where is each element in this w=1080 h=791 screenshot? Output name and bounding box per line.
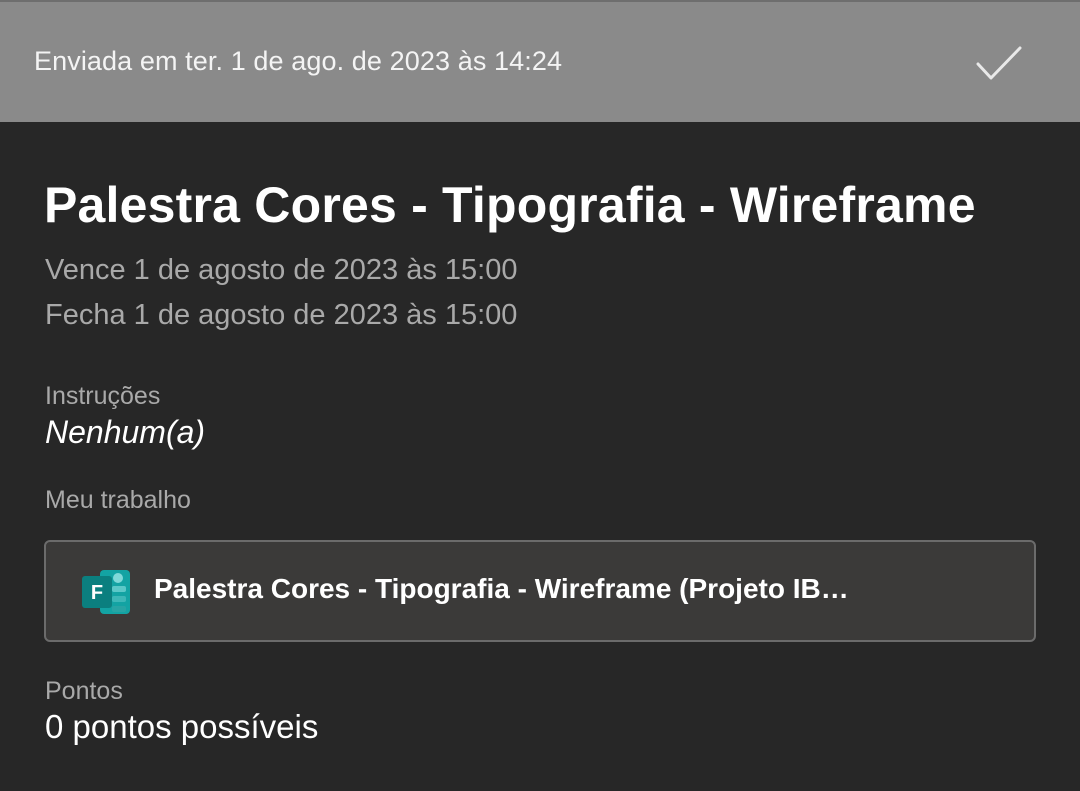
- forms-icon-letter: F: [91, 582, 103, 604]
- my-work-label: Meu trabalho: [45, 486, 191, 514]
- due-date: Vence 1 de agosto de 2023 às 15:00: [45, 254, 518, 286]
- instructions-label: Instruções: [45, 382, 161, 410]
- submitted-status-text: Enviada em ter. 1 de ago. de 2023 às 14:…: [34, 46, 563, 76]
- assignment-title: Palestra Cores - Tipografia - Wireframe: [44, 177, 976, 233]
- instructions-value: Nenhum(a): [45, 414, 206, 450]
- attachment-title: Palestra Cores - Tipografia - Wireframe …: [154, 573, 849, 604]
- checkmark-icon: [976, 46, 1022, 80]
- microsoft-forms-icon: F: [82, 570, 130, 614]
- submission-status-bar: Enviada em ter. 1 de ago. de 2023 às 14:…: [0, 0, 1080, 122]
- close-date: Fecha 1 de agosto de 2023 às 15:00: [45, 299, 518, 331]
- my-work-attachment-card[interactable]: F Palestra Cores - Tipografia - Wirefram…: [44, 540, 1036, 642]
- points-value: 0 pontos possíveis: [45, 708, 319, 745]
- points-label: Pontos: [45, 677, 123, 705]
